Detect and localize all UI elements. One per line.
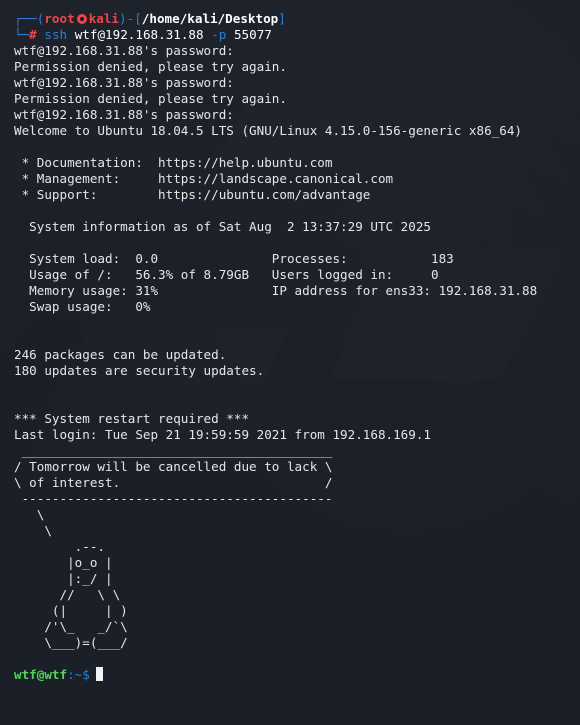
cowsay-line: .--. — [14, 539, 105, 554]
kali-prompt-line-1: ┌──(root kali)-[/home/kali/Desktop] — [14, 11, 286, 26]
output-line: Permission denied, please try again. — [14, 91, 287, 106]
cowsay-line: |o_o | — [14, 555, 113, 570]
cowsay-line: |:_/ | — [14, 571, 113, 586]
cowsay-line: ----------------------------------------… — [14, 491, 333, 506]
cowsay-line: // \ \ — [14, 587, 121, 602]
prompt-host: kali — [88, 11, 120, 26]
cowsay-line: \___)=(___/ — [14, 635, 128, 650]
cowsay-line: (| | ) — [14, 603, 128, 618]
output-line: 246 packages can be updated. — [14, 347, 227, 362]
kali-skull-icon — [76, 14, 87, 24]
command-target: wtf@192.168.31.88 — [74, 27, 204, 42]
output-line: 180 updates are security updates. — [14, 363, 265, 378]
cowsay-line: \ — [14, 523, 52, 538]
cowsay-line: / Tomorrow will be cancelled due to lack… — [14, 459, 333, 474]
command-flag: -p — [211, 27, 227, 42]
output-line: Memory usage: 31% IP address for ens33: … — [14, 283, 538, 298]
output-line: wtf@192.168.31.88's password: — [14, 43, 234, 58]
cowsay-line: \ — [14, 507, 45, 522]
output-line: * Management: https://landscape.canonica… — [14, 171, 394, 186]
terminal-window[interactable]: ┌──(root kali)-[/home/kali/Desktop] └─# s… — [0, 0, 580, 725]
cowsay-line: \ of interest. / — [14, 475, 333, 490]
remote-user: wtf — [14, 667, 37, 682]
output-line: Last login: Tue Sep 21 19:59:59 2021 fro… — [14, 427, 432, 442]
output-line: System load: 0.0 Processes: 183 — [14, 251, 454, 266]
output-line: Swap usage: 0% — [14, 299, 151, 314]
text-cursor[interactable] — [95, 667, 103, 681]
command-port: 55077 — [233, 27, 272, 42]
output-line: Permission denied, please try again. — [14, 59, 287, 74]
output-line: wtf@192.168.31.88's password: — [14, 107, 234, 122]
remote-path: :~$ — [67, 667, 90, 682]
prompt-cwd: /home/kali/Desktop — [141, 11, 279, 26]
remote-shell-prompt[interactable]: wtf@wtf:~$ — [14, 667, 580, 683]
kali-prompt-line-2: └─# ssh wtf@192.168.31.88 -p 55077 — [14, 27, 272, 42]
output-line: * Support: https://ubuntu.com/advantage — [14, 187, 371, 202]
output-line: System information as of Sat Aug 2 13:37… — [14, 219, 432, 234]
output-line: Welcome to Ubuntu 18.04.5 LTS (GNU/Linux… — [14, 123, 522, 138]
remote-host: wtf — [44, 667, 68, 682]
output-line: wtf@192.168.31.88's password: — [14, 75, 234, 90]
cowsay-line: /'\_ _/`\ — [14, 619, 128, 634]
output-line: *** System restart required *** — [14, 411, 250, 426]
cowsay-line: ________________________________________… — [14, 443, 333, 458]
output-line: Usage of /: 56.3% of 8.79GB Users logged… — [14, 267, 439, 282]
prompt-user: root — [44, 11, 75, 26]
output-line: * Documentation: https://help.ubuntu.com — [14, 155, 333, 170]
command-name: ssh — [44, 27, 68, 42]
